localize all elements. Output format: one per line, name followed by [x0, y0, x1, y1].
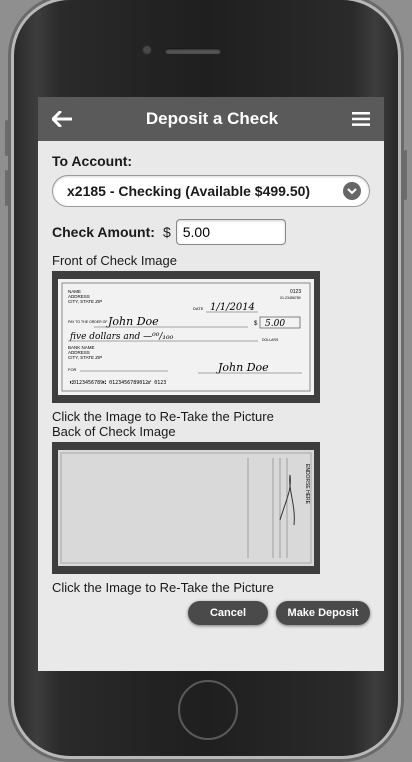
endorse-here-text: ENDORSE HERE — [304, 464, 310, 505]
arrow-left-icon[interactable] — [52, 111, 72, 127]
front-retake-hint: Click the Image to Re-Take the Picture — [52, 409, 274, 424]
account-select[interactable]: x2185 - Checking (Available $499.50) — [52, 175, 370, 207]
front-image-label: Front of Check Image — [52, 253, 177, 268]
check-written-amount: five dollars and —⁰⁰/₁₀₀ — [69, 332, 174, 342]
check-payee-value: John Doe — [106, 315, 159, 328]
make-deposit-button[interactable]: Make Deposit — [276, 601, 370, 625]
check-amount-input[interactable] — [175, 219, 286, 245]
earpiece-speaker — [165, 48, 221, 54]
to-account-label: To Account: — [52, 153, 133, 169]
back-image-label: Back of Check Image — [52, 424, 176, 439]
check-name-line3: CITY, STATE ZIP — [68, 299, 102, 304]
check-amount-label: Check Amount: — [52, 224, 155, 240]
check-date-label: DATE — [193, 306, 204, 311]
check-signature: John Doe — [216, 361, 269, 374]
check-date-value: 1/1/2014 — [210, 302, 255, 313]
side-button-left — [5, 120, 8, 156]
back-check-image[interactable]: ENDORSE HERE — [52, 442, 320, 574]
check-amount-box: 5.00 — [265, 319, 285, 329]
back-check-drawing: ENDORSE HERE — [58, 450, 314, 566]
cancel-button[interactable]: Cancel — [188, 601, 268, 625]
check-routing-fraction: 01-23456789 — [280, 296, 301, 300]
check-number: 0123 — [290, 289, 301, 295]
top-bar: Deposit a Check — [38, 97, 384, 141]
page-title: Deposit a Check — [145, 109, 279, 128]
account-select-value: x2185 - Checking (Available $499.50) — [67, 183, 311, 199]
front-check-image[interactable]: NAME ADDRESS CITY, STATE ZIP 0123 01-234… — [52, 271, 320, 403]
hamburger-menu-icon[interactable] — [351, 112, 370, 126]
check-memo-label: FOR — [68, 367, 77, 372]
back-retake-hint: Click the Image to Re-Take the Picture — [52, 580, 274, 595]
front-camera — [142, 45, 152, 55]
action-buttons: Cancel Make Deposit — [52, 601, 370, 625]
side-button-right — [404, 150, 407, 200]
chevron-down-icon — [343, 182, 361, 200]
front-check-drawing: NAME ADDRESS CITY, STATE ZIP 0123 01-234… — [58, 279, 314, 395]
check-payee-label: PAY TO THE ORDER OF — [68, 320, 107, 324]
deposit-form: To Account: x2185 - Checking (Available … — [38, 141, 384, 625]
currency-symbol: $ — [162, 224, 171, 240]
check-micr-line: ⑆0123456789⑆ 0123456789012⑈ 0123 — [70, 380, 166, 386]
check-dollars-label: DOLLARS — [262, 338, 279, 342]
app-screen: Deposit a Check To Account: x2185 - Chec… — [38, 97, 384, 671]
home-button[interactable] — [178, 680, 238, 740]
amount-row: Check Amount: $ — [52, 219, 370, 245]
check-bank-line3: CITY, STATE ZIP — [68, 355, 102, 360]
side-button-left-lower — [5, 170, 8, 206]
